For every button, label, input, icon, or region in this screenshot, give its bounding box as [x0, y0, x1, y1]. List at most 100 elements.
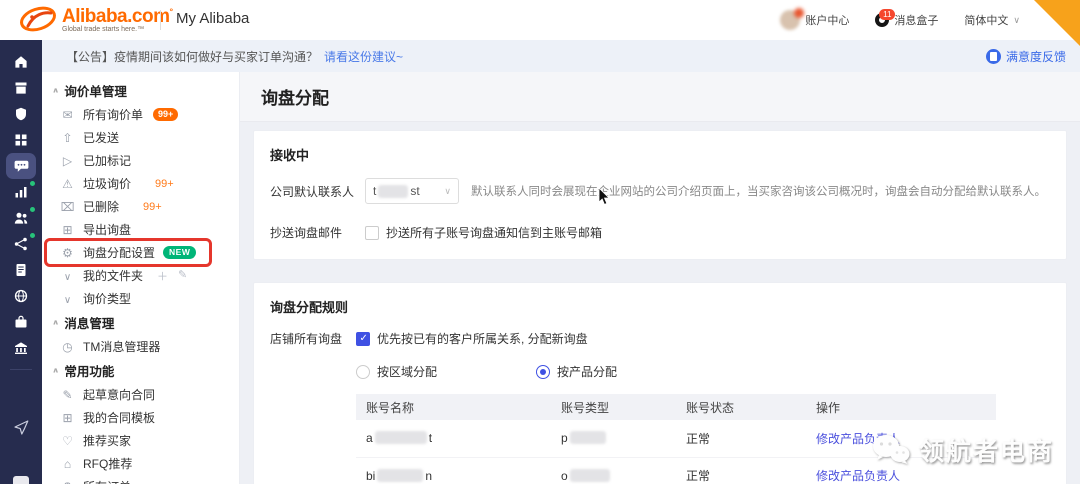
sidebar-item-recommended-buyers[interactable]: 推荐买家 — [42, 429, 239, 452]
cc-email-checkbox[interactable] — [365, 226, 379, 240]
left-nav-rail — [0, 40, 42, 484]
rail-business[interactable] — [6, 309, 36, 335]
priority-checkbox[interactable] — [356, 332, 370, 346]
heart-icon — [60, 434, 75, 448]
radio-icon-selected[interactable] — [536, 365, 550, 379]
sidebar-item-sent[interactable]: 已发送 — [42, 126, 239, 149]
header-divider — [160, 10, 161, 30]
sidebar-item-all-orders[interactable]: 所有订单 — [42, 475, 239, 484]
page-title-bar: 询盘分配 — [240, 72, 1080, 122]
redacted-text — [570, 469, 610, 482]
rail-bottom-icon[interactable] — [13, 476, 29, 484]
announcement-text: 【公告】疫情期间该如何做好与买家订单沟通？ — [66, 48, 318, 65]
item-label: 推荐买家 — [83, 432, 131, 449]
dollar-icon — [60, 480, 75, 484]
rail-orders[interactable] — [6, 75, 36, 101]
main-content: 询盘分配 接收中 公司默认联系人 t st ∨ 默认联系人同时会展现在企业网站的… — [240, 72, 1080, 484]
message-box[interactable]: 11 消息盒子 — [875, 12, 938, 28]
satisfaction-feedback-button[interactable]: 满意度反馈 — [986, 48, 1066, 65]
sidebar-item-draft-contract[interactable]: 起草意向合同 — [42, 383, 239, 406]
language-switcher[interactable]: 简体中文 ∨ — [964, 12, 1020, 28]
rail-analytics[interactable] — [6, 179, 36, 205]
language-label: 简体中文 — [964, 12, 1008, 28]
radio-icon-unselected[interactable] — [356, 365, 370, 379]
alibaba-logo[interactable]: Alibaba.com° Global trade starts here.™ — [18, 4, 173, 34]
section-common-functions[interactable]: ∧ 常用功能 — [42, 358, 239, 383]
sidebar-item-export[interactable]: 导出询盘 — [42, 218, 239, 241]
rail-bank[interactable] — [6, 335, 36, 361]
item-label: 所有询价单 — [83, 106, 143, 123]
sidebar-item-inquiry-types[interactable]: 询价类型 — [42, 287, 239, 310]
app-title: My Alibaba — [176, 10, 249, 27]
chevron-down-icon: ∨ — [444, 186, 451, 197]
share-network-icon — [14, 237, 28, 251]
item-label: 我的文件夹 — [83, 267, 143, 284]
add-folder-icon[interactable]: ＋ — [157, 268, 168, 284]
rail-apps[interactable] — [6, 127, 36, 153]
default-contact-row: 公司默认联系人 t st ∨ 默认联系人同时会展现在企业网站的公司介绍页面上，当… — [270, 178, 1050, 204]
top-header: Alibaba.com° Global trade starts here.™ … — [0, 0, 1080, 40]
announcement-link[interactable]: 请看这份建议~ — [324, 48, 403, 65]
sidebar-item-spam[interactable]: 垃圾询价 99+ — [42, 172, 239, 195]
logo-text-block: Alibaba.com° Global trade starts here.™ — [62, 6, 173, 33]
account-center[interactable]: 账户中心 — [780, 10, 849, 30]
feedback-icon — [986, 49, 1001, 64]
folder-actions: ＋ ✎ — [157, 268, 187, 284]
rail-distribution[interactable] — [6, 231, 36, 257]
template-grid-icon — [60, 411, 75, 425]
radio-by-product[interactable]: 按产品分配 — [536, 363, 716, 380]
warning-icon — [60, 177, 75, 191]
alibaba-logo-icon — [18, 4, 58, 34]
item-label: 导出询盘 — [83, 221, 131, 238]
rail-documents[interactable] — [6, 257, 36, 283]
chevron-down-icon — [60, 292, 75, 306]
sidebar-item-inquiry-distribution-settings[interactable]: 询盘分配设置 NEW — [47, 241, 209, 264]
message-box-icon: 11 — [875, 13, 889, 27]
envelope-icon — [60, 108, 75, 122]
item-label: 已发送 — [83, 129, 119, 146]
home-icon — [14, 55, 28, 69]
sidebar-item-all-inquiries[interactable]: 所有询价单 99+ — [42, 103, 239, 126]
pen-icon — [60, 388, 75, 402]
redacted-text — [377, 469, 423, 482]
section-message-management[interactable]: ∧ 消息管理 — [42, 310, 239, 335]
message-box-label: 消息盒子 — [894, 12, 938, 28]
account-name-suffix: n — [425, 469, 432, 483]
header-right-group: 账户中心 11 消息盒子 简体中文 ∨ — [780, 0, 1020, 40]
sidebar-item-rfq-recommend[interactable]: RFQ推荐 — [42, 452, 239, 475]
sidebar-item-my-folders[interactable]: 我的文件夹 ＋ ✎ — [42, 264, 239, 287]
corner-ribbon[interactable] — [1034, 0, 1080, 46]
radio-by-region[interactable]: 按区域分配 — [356, 363, 536, 380]
edit-folder-icon[interactable]: ✎ — [178, 268, 187, 284]
radio-product-label: 按产品分配 — [557, 363, 617, 380]
col-actions: 操作 — [806, 394, 996, 420]
rail-global[interactable] — [6, 283, 36, 309]
redacted-text — [375, 431, 427, 444]
section-inquiry-management[interactable]: ∧ 询价单管理 — [42, 78, 239, 103]
default-contact-select[interactable]: t st ∨ — [365, 178, 459, 204]
sidebar-item-deleted[interactable]: 已删除 99+ — [42, 195, 239, 218]
section-title: 常用功能 — [64, 361, 114, 380]
rail-security[interactable] — [6, 101, 36, 127]
rail-customers[interactable] — [6, 205, 36, 231]
rail-send[interactable] — [6, 414, 36, 440]
col-account-name: 账号名称 — [356, 394, 551, 420]
item-label: 询价类型 — [83, 290, 131, 307]
priority-text: 优先按已有的客户所属关系, 分配新询盘 — [377, 330, 588, 347]
sidebar-item-contract-templates[interactable]: 我的合同模板 — [42, 406, 239, 429]
flag-icon — [60, 154, 75, 168]
shield-icon — [14, 107, 28, 121]
distribution-mode-row: 按区域分配 按产品分配 — [356, 363, 1050, 380]
bar-chart-icon — [14, 185, 28, 199]
rail-home[interactable] — [6, 49, 36, 75]
rail-messages-active[interactable] — [6, 153, 36, 179]
item-label: 垃圾询价 — [83, 175, 131, 192]
count-badge: 99+ — [153, 108, 178, 121]
account-status: 正常 — [676, 420, 806, 457]
sidebar-item-flagged[interactable]: 已加标记 — [42, 149, 239, 172]
sidebar-item-tm-message-manager[interactable]: TM消息管理器 — [42, 335, 239, 358]
cc-email-row: 抄送询盘邮件 抄送所有子账号询盘通知信到主账号邮箱 — [270, 224, 1050, 241]
new-badge: NEW — [163, 246, 196, 259]
modify-product-owner-link[interactable]: 修改产品负责人 — [816, 469, 900, 483]
mouse-cursor — [598, 188, 610, 209]
